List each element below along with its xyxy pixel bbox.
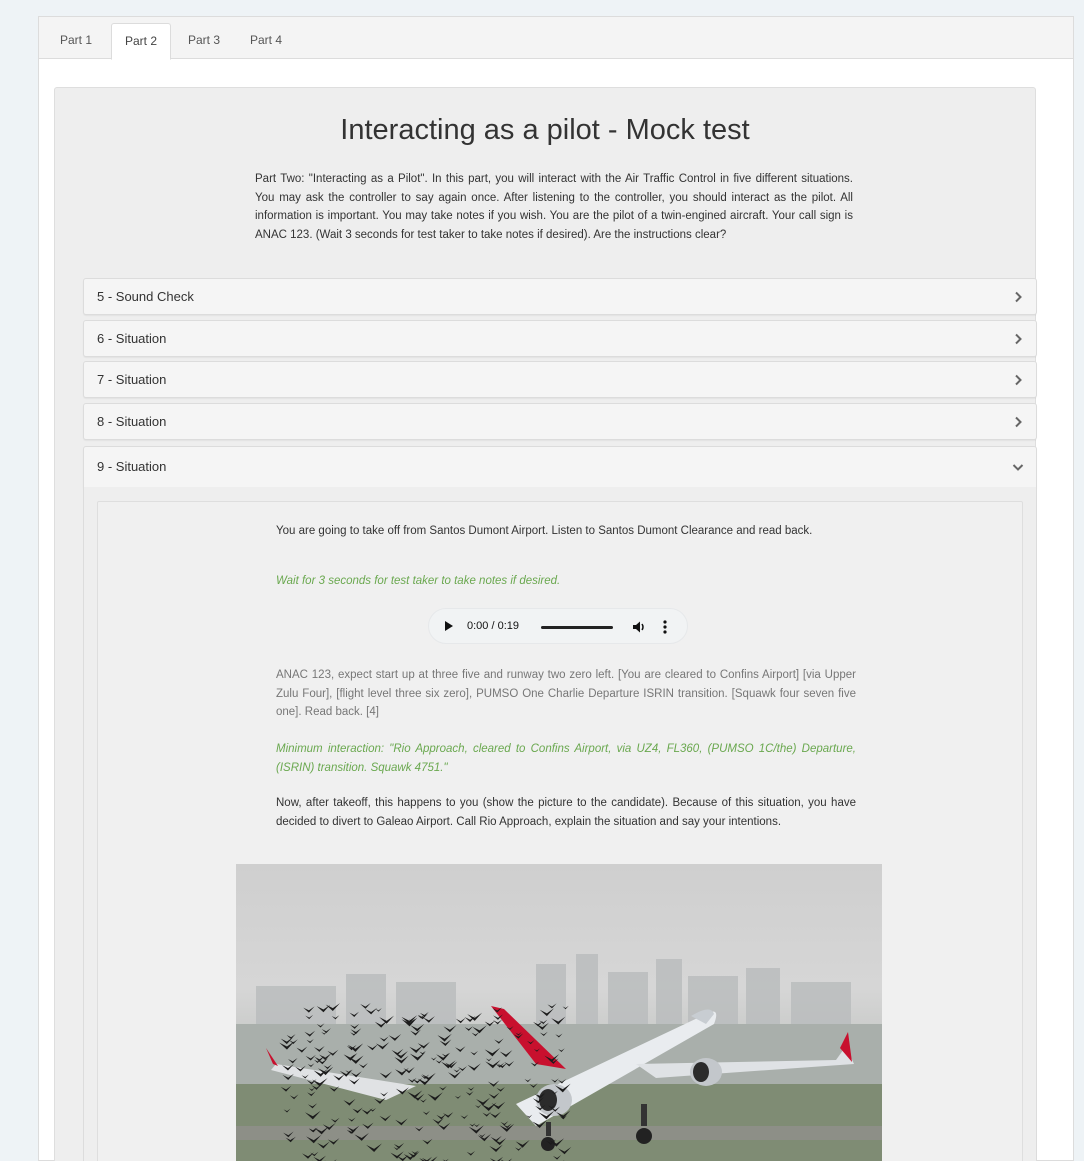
more-options-icon[interactable] [663,619,667,635]
audio-progress-track[interactable] [541,626,613,629]
situation-9-panel: You are going to take off from Santos Du… [83,487,1037,1161]
accordion-situation-8[interactable]: 8 - Situation [83,403,1037,440]
volume-icon[interactable] [631,619,647,635]
tab-part-3[interactable]: Part 3 [179,23,229,60]
accordion-label: 7 - Situation [97,372,167,387]
bird-strike-image [236,864,882,1161]
airliner-bird-strike-photo [236,954,882,1161]
audio-player[interactable]: 0:00 / 0:19 [428,608,688,644]
intro-instructions: Part Two: "Interacting as a Pilot". In t… [255,173,853,241]
play-icon[interactable] [445,621,453,631]
page-title: Interacting as a pilot - Mock test [340,114,750,146]
tab-part-4[interactable]: Part 4 [241,23,291,60]
accordion-situation-9[interactable]: 9 - Situation [83,446,1037,488]
accordion-label: 8 - Situation [97,414,167,429]
chevron-right-icon [1015,416,1022,428]
tab-part-1[interactable]: Part 1 [51,23,101,60]
accordion-label: 9 - Situation [97,459,167,474]
situation-9-content: You are going to take off from Santos Du… [97,501,1023,1161]
bird-shape [493,1019,503,1025]
controller-transcript: ANAC 123, expect start up at three five … [276,669,856,718]
accordion-sound-check[interactable]: 5 - Sound Check [83,278,1037,315]
wait-note: Wait for 3 seconds for test taker to tak… [276,575,561,587]
accordion-label: 6 - Situation [97,331,167,346]
chevron-right-icon [1015,291,1022,303]
minimum-interaction: Minimum interaction: "Rio Approach, clea… [276,743,856,774]
tab-part-2[interactable]: Part 2 [111,23,171,60]
part-tabs: Part 1 Part 2 Part 3 Part 4 [39,17,1073,60]
test-content: Interacting as a pilot - Mock test Part … [54,87,1037,1161]
accordion-situation-6[interactable]: 6 - Situation [83,320,1037,357]
chevron-right-icon [1015,333,1022,345]
accordion-label: 5 - Sound Check [97,289,194,304]
situation-prompt: You are going to take off from Santos Du… [276,525,813,537]
tab-container: Part 1 Part 2 Part 3 Part 4 Interacting … [38,16,1074,1161]
chevron-right-icon [1015,374,1022,386]
chevron-down-icon [1012,464,1024,471]
audio-time: 0:00 / 0:19 [467,620,519,632]
followup-prompt: Now, after takeoff, this happens to you … [276,797,856,828]
bird-shape [455,1017,466,1024]
accordion-situation-7[interactable]: 7 - Situation [83,361,1037,398]
